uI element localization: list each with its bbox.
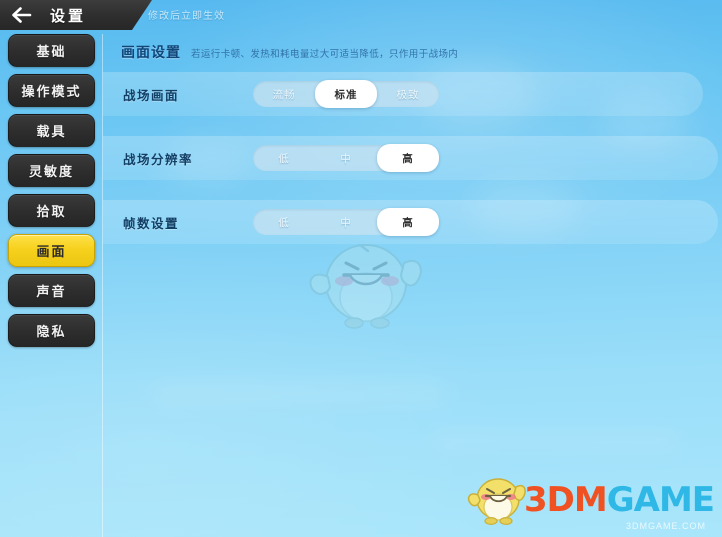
sidebar-item-5[interactable]: 画面 (8, 234, 95, 267)
segment-option-0[interactable]: 低 (253, 145, 315, 171)
section-title: 画面设置 (121, 44, 181, 60)
settings-list: 战场画面 流畅 标准 极致 战场分辨率低中高帧数设置低中高 (103, 72, 722, 264)
page-title: 设置 (50, 7, 87, 25)
setting-row-label: 战场分辨率 (123, 152, 194, 167)
sidebar-item-3[interactable]: 灵敏度 (8, 154, 95, 187)
sidebar-item-label: 基础 (36, 44, 67, 59)
setting-row: 战场分辨率 低中高 (103, 136, 718, 180)
segment-option-1[interactable]: 中 (315, 209, 377, 235)
sidebar-item-label: 画面 (36, 244, 67, 259)
sidebar-item-label: 拾取 (36, 204, 67, 219)
sidebar-item-label: 声音 (36, 284, 67, 299)
section-description: 若运行卡顿、发热和耗电量过大可适当降低，只作用于战场内 (191, 49, 459, 60)
sidebar-item-label: 灵敏度 (28, 164, 74, 179)
sidebar-item-label: 隐私 (36, 324, 67, 339)
sidebar-item-label: 操作模式 (21, 84, 82, 99)
setting-row-label: 帧数设置 (123, 216, 180, 231)
segmented-control: 低中高 (253, 208, 439, 236)
title-bar: 设置 (0, 0, 152, 30)
segment-option-1[interactable]: 标准 (315, 80, 377, 108)
segment-option-1[interactable]: 中 (315, 145, 377, 171)
segmented-control: 流畅 标准 极致 (253, 80, 439, 108)
content-panel: 画面设置 若运行卡顿、发热和耗电量过大可适当降低，只作用于战场内 战场画面 流畅标… (103, 30, 722, 537)
back-arrow-icon (12, 7, 32, 23)
segment-option-2[interactable]: 高 (377, 144, 439, 172)
sidebar-item-6[interactable]: 声音 (8, 274, 95, 307)
sidebar-item-2[interactable]: 载具 (8, 114, 95, 147)
sidebar-item-7[interactable]: 隐私 (8, 314, 95, 347)
settings-screen: 设置 修改后立即生效 基础操作模式载具灵敏度拾取画面声音隐私 画面设置 若运行卡… (0, 0, 722, 537)
setting-row: 帧数设置 低中高 (103, 200, 718, 244)
header-hint: 修改后立即生效 (148, 11, 225, 22)
segment-option-2[interactable]: 高 (377, 208, 439, 236)
segment-option-0[interactable]: 低 (253, 209, 315, 235)
back-button[interactable] (0, 0, 44, 30)
sidebar: 基础操作模式载具灵敏度拾取画面声音隐私 (0, 34, 103, 537)
setting-row-label: 战场画面 (123, 88, 180, 103)
segmented-control: 低中高 (253, 144, 439, 172)
sidebar-item-4[interactable]: 拾取 (8, 194, 95, 227)
sidebar-item-0[interactable]: 基础 (8, 34, 95, 67)
setting-row: 战场画面 流畅 标准 极致 (103, 72, 703, 116)
sidebar-item-1[interactable]: 操作模式 (8, 74, 95, 107)
section-header: 画面设置 若运行卡顿、发热和耗电量过大可适当降低，只作用于战场内 (121, 42, 458, 62)
segment-option-2[interactable]: 极致 (377, 81, 439, 107)
sidebar-divider (102, 34, 103, 537)
sidebar-item-label: 载具 (36, 124, 67, 139)
segment-option-0[interactable]: 流畅 (253, 81, 315, 107)
